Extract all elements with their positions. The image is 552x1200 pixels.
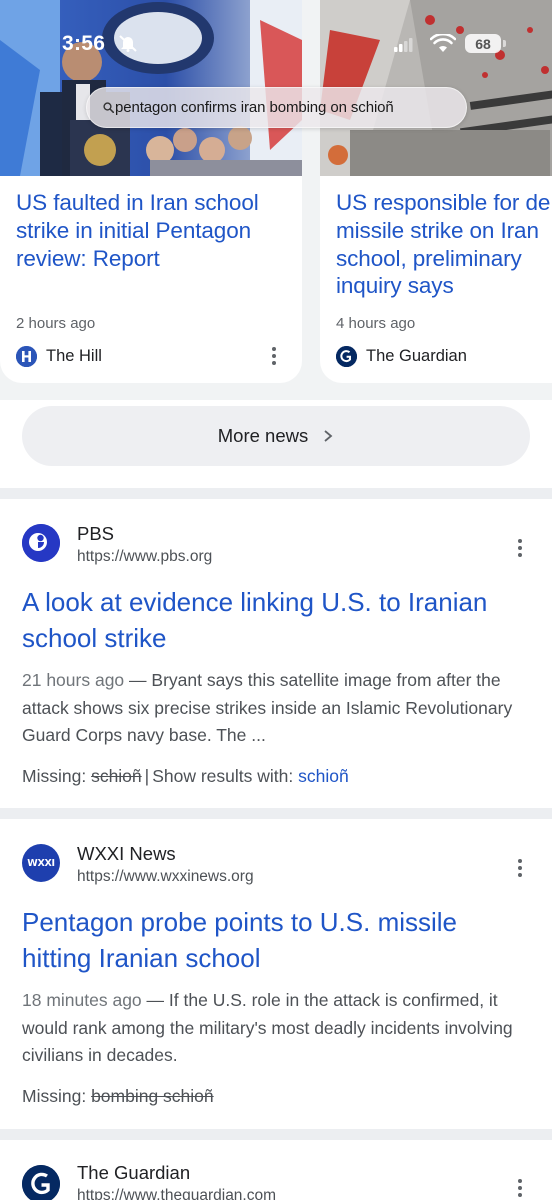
- section-divider: [0, 1129, 552, 1140]
- search-bar[interactable]: pentagon confirms iran bombing on schioñ: [86, 87, 467, 128]
- result-site-name[interactable]: The Guardian: [77, 1162, 190, 1184]
- chevron-right-icon: [324, 430, 333, 442]
- news-card-time: 2 hours ago: [16, 315, 96, 332]
- more-news-label: More news: [217, 425, 309, 446]
- news-card-title-line: inquiry says: [336, 273, 454, 299]
- section-divider: [0, 488, 552, 499]
- the-hill-logo-icon: [16, 345, 37, 367]
- news-card-title[interactable]: US faulted in Iran school strike in init…: [16, 189, 302, 272]
- status-bar-time: 3:56: [62, 32, 106, 55]
- news-card-source-name: The Guardian: [366, 346, 467, 365]
- more-options-icon[interactable]: [510, 536, 530, 560]
- missing-label: Missing:: [22, 766, 87, 786]
- battery-tip: [503, 40, 506, 47]
- missing-terms: schioñ: [91, 766, 142, 786]
- battery-indicator: 68: [465, 34, 501, 53]
- news-card-title-line: school, preliminary: [336, 245, 522, 271]
- wxxi-logo-text: WXXI: [27, 857, 55, 869]
- search-query-text[interactable]: pentagon confirms iran bombing on schioñ: [115, 99, 394, 116]
- result-title-link[interactable]: A look at evidence linking U.S. to Irani…: [22, 585, 532, 656]
- result-snippet: 21 hours ago — Bryant says this satellit…: [22, 667, 534, 750]
- result-site-name[interactable]: PBS: [77, 523, 114, 545]
- result-site-name[interactable]: WXXI News: [77, 843, 176, 865]
- search-result: The Guardian https://www.theguardian.com: [0, 1140, 552, 1200]
- the-guardian-logo-icon: [336, 345, 357, 367]
- result-date: 18 minutes ago: [22, 990, 142, 1010]
- date-separator: —: [146, 990, 165, 1010]
- search-icon: [103, 102, 114, 113]
- search-result: WXXI WXXI News https://www.wxxinews.org …: [0, 819, 552, 1129]
- news-card-title-line: missile strike on Iran: [336, 217, 539, 243]
- show-results-label: Show results with:: [152, 766, 294, 786]
- news-card-source-name: The Hill: [46, 346, 102, 365]
- search-result: PBS https://www.pbs.org A look at eviden…: [0, 499, 552, 808]
- wifi-icon: [430, 34, 456, 52]
- result-title-link[interactable]: Pentagon probe points to U.S. missile hi…: [22, 905, 532, 976]
- news-card-source: The Hill: [16, 344, 102, 368]
- wxxi-logo-icon[interactable]: WXXI: [22, 844, 60, 882]
- missing-terms-row: Missing: bombing schioñ: [22, 1086, 214, 1107]
- more-options-icon[interactable]: [264, 344, 284, 368]
- missing-terms-row: Missing: schioñ | Show results with: schio…: [22, 766, 349, 786]
- the-guardian-logo-icon[interactable]: [22, 1165, 60, 1200]
- news-card-time: 4 hours ago: [336, 315, 416, 332]
- pbs-logo-icon[interactable]: [22, 524, 60, 562]
- more-options-icon[interactable]: [510, 1176, 530, 1200]
- result-snippet: 18 minutes ago — If the U.S. role in the…: [22, 987, 534, 1070]
- result-url[interactable]: https://www.pbs.org: [77, 548, 212, 566]
- section-divider: [0, 808, 552, 819]
- news-card[interactable]: US faulted in Iran school strike in init…: [0, 0, 302, 383]
- missing-terms: bombing schioñ: [91, 1086, 214, 1106]
- result-date: 21 hours ago: [22, 670, 125, 690]
- missing-label: Missing:: [22, 1086, 87, 1106]
- news-card-title[interactable]: US responsible for de missile strike on …: [336, 189, 550, 300]
- more-options-icon[interactable]: [510, 856, 530, 880]
- news-card-source: The Guardian: [336, 344, 467, 368]
- date-separator: —: [129, 670, 147, 690]
- more-news-button[interactable]: More news: [22, 406, 530, 466]
- news-card-title-line: US responsible for de: [336, 190, 551, 215]
- result-url[interactable]: https://www.theguardian.com: [77, 1187, 276, 1200]
- result-url[interactable]: https://www.wxxinews.org: [77, 868, 254, 886]
- top-stories-carousel: US faulted in Iran school strike in init…: [0, 0, 552, 400]
- news-card[interactable]: US responsible for de missile strike on …: [320, 0, 552, 383]
- show-results-link[interactable]: schioñ: [298, 766, 349, 786]
- cellular-signal-icon: [394, 38, 413, 52]
- silent-mode-bell-icon: [119, 35, 137, 52]
